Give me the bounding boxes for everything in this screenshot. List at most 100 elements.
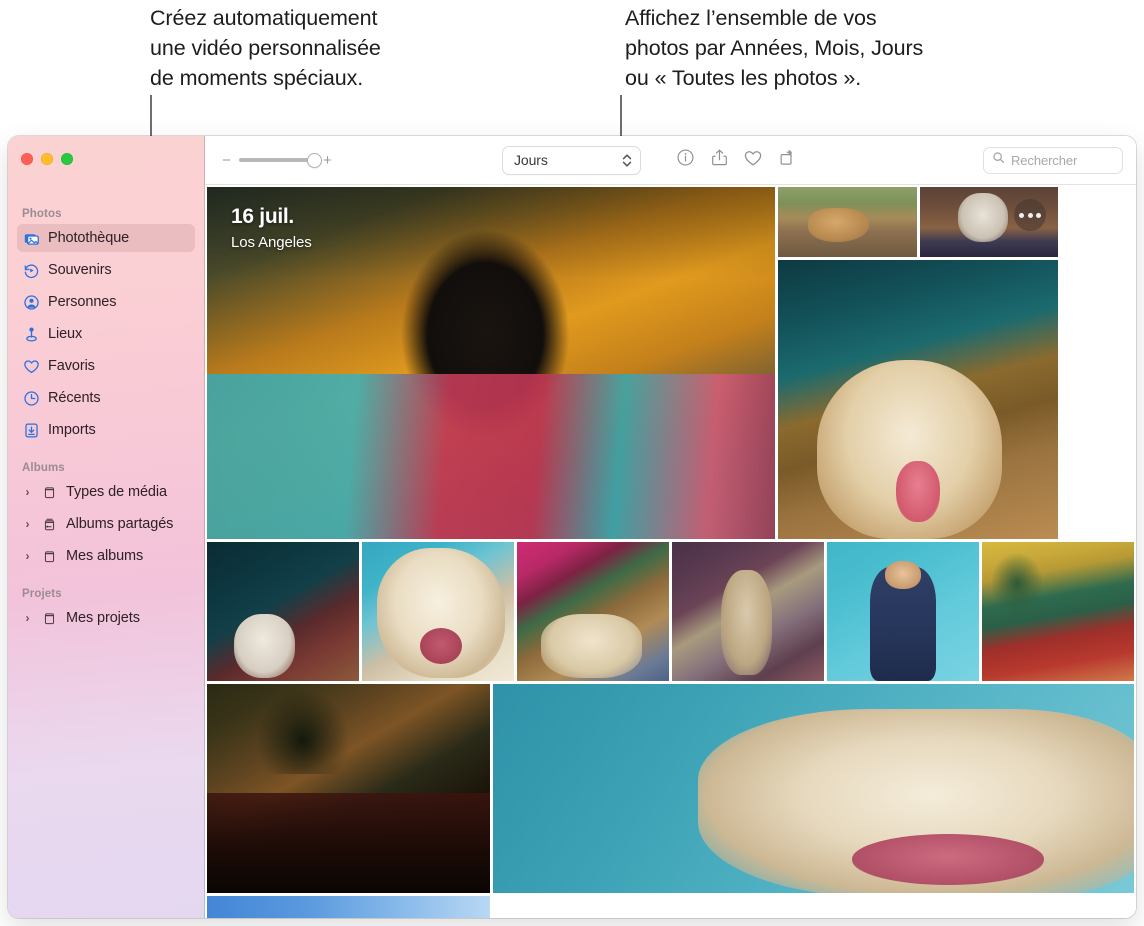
grid-column bbox=[778, 187, 1058, 539]
more-options-button[interactable] bbox=[1014, 199, 1046, 231]
ellipsis-dot-icon bbox=[1019, 213, 1024, 218]
folder-icon bbox=[40, 547, 59, 566]
photo-image bbox=[672, 542, 824, 681]
grid-row bbox=[207, 542, 1134, 681]
photo-image bbox=[207, 684, 490, 893]
callout-left-text: Créez automatiquement une vidéo personna… bbox=[150, 3, 490, 93]
chevron-right-icon[interactable]: › bbox=[22, 609, 33, 628]
share-button[interactable] bbox=[702, 146, 736, 174]
callout-right-text: Affichez l’ensemble de vos photos par An… bbox=[625, 3, 1055, 93]
import-download-icon bbox=[22, 421, 41, 440]
shared-folder-icon bbox=[40, 515, 59, 534]
photo-thumbnail[interactable] bbox=[362, 542, 514, 681]
window-controls bbox=[8, 144, 204, 166]
sidebar-item-recents[interactable]: Récents bbox=[17, 384, 195, 412]
folder-icon bbox=[40, 609, 59, 628]
photo-thumbnail[interactable] bbox=[920, 187, 1059, 257]
sidebar-item-my-projects[interactable]: › Mes projets bbox=[17, 604, 195, 632]
grid-row bbox=[207, 684, 1134, 893]
sidebar-item-label: Albums partagés bbox=[66, 516, 173, 532]
rotate-icon bbox=[778, 148, 797, 172]
zoom-slider[interactable]: − + bbox=[221, 153, 333, 168]
photo-thumbnail[interactable] bbox=[207, 896, 490, 918]
chevron-up-down-icon bbox=[622, 153, 632, 168]
sidebar-section-albums-title: Albums bbox=[8, 462, 204, 478]
zoom-slider-track[interactable] bbox=[239, 158, 315, 162]
grid-row: 16 juil. Los Angeles bbox=[207, 187, 1134, 539]
photo-thumbnail[interactable] bbox=[827, 542, 979, 681]
ellipsis-dot-icon bbox=[1036, 213, 1041, 218]
photo-image bbox=[778, 187, 917, 257]
sidebar-item-label: Récents bbox=[48, 390, 101, 406]
sidebar-item-my-albums[interactable]: › Mes albums bbox=[17, 542, 195, 570]
map-pin-icon bbox=[22, 325, 41, 344]
sidebar-item-label: Types de média bbox=[66, 484, 167, 500]
view-mode-popup-button[interactable]: Jours bbox=[503, 147, 640, 174]
photo-image bbox=[517, 542, 669, 681]
zoom-slider-knob[interactable] bbox=[308, 154, 321, 167]
chevron-right-icon[interactable]: › bbox=[22, 547, 33, 566]
photo-thumbnail[interactable] bbox=[493, 684, 1134, 893]
chevron-right-icon[interactable]: › bbox=[22, 515, 33, 534]
sidebar: Photos Photothèque Souvenirs bbox=[8, 136, 205, 918]
info-button[interactable] bbox=[668, 146, 702, 174]
photo-grid[interactable]: 16 juil. Los Angeles bbox=[205, 185, 1136, 918]
photos-app-window: Photos Photothèque Souvenirs bbox=[8, 136, 1136, 918]
chevron-right-icon[interactable]: › bbox=[22, 483, 33, 502]
sidebar-section-projects-title: Projets bbox=[8, 588, 204, 604]
sidebar-item-label: Lieux bbox=[48, 326, 82, 342]
photo-image bbox=[982, 542, 1134, 681]
photo-image bbox=[778, 260, 1058, 539]
sidebar-item-media-types[interactable]: › Types de média bbox=[17, 478, 195, 506]
photo-image bbox=[207, 542, 359, 681]
zoom-out-icon[interactable]: − bbox=[221, 153, 232, 168]
sidebar-item-label: Mes albums bbox=[66, 548, 143, 564]
zoom-in-icon[interactable]: + bbox=[322, 153, 333, 168]
sidebar-item-shared-albums[interactable]: › Albums partagés bbox=[17, 510, 195, 538]
clock-icon bbox=[22, 389, 41, 408]
close-window-button[interactable] bbox=[21, 153, 33, 165]
photo-thumbnail[interactable] bbox=[982, 542, 1134, 681]
minimize-window-button[interactable] bbox=[41, 153, 53, 165]
person-circle-icon bbox=[22, 293, 41, 312]
sidebar-item-label: Imports bbox=[48, 422, 96, 438]
search-icon bbox=[992, 151, 1005, 169]
search-field[interactable]: Rechercher bbox=[984, 148, 1122, 173]
photo-image bbox=[207, 187, 775, 539]
photo-image bbox=[827, 542, 979, 681]
sidebar-item-label: Personnes bbox=[48, 294, 116, 310]
grid-row bbox=[207, 896, 1134, 918]
photo-thumbnail[interactable] bbox=[207, 684, 490, 893]
photo-thumbnail[interactable] bbox=[517, 542, 669, 681]
sidebar-item-people[interactable]: Personnes bbox=[17, 288, 195, 316]
sidebar-section-photos-title: Photos bbox=[8, 208, 204, 224]
search-placeholder: Rechercher bbox=[1011, 153, 1077, 168]
sidebar-item-label: Photothèque bbox=[48, 230, 129, 246]
photo-thumbnail[interactable] bbox=[207, 542, 359, 681]
grid-row bbox=[778, 187, 1058, 257]
photo-thumbnail-hero[interactable]: 16 juil. Los Angeles bbox=[207, 187, 775, 539]
photo-thumbnail[interactable] bbox=[778, 260, 1058, 539]
sidebar-item-photo-library[interactable]: Photothèque bbox=[17, 224, 195, 252]
rotate-button[interactable] bbox=[770, 146, 804, 174]
share-icon bbox=[710, 148, 729, 172]
view-mode-label: Jours bbox=[514, 152, 622, 168]
sidebar-item-favorites[interactable]: Favoris bbox=[17, 352, 195, 380]
content-area: − + Jours bbox=[205, 136, 1136, 918]
sidebar-item-memories[interactable]: Souvenirs bbox=[17, 256, 195, 284]
photo-image bbox=[362, 542, 514, 681]
maximize-window-button[interactable] bbox=[61, 153, 73, 165]
sidebar-item-places[interactable]: Lieux bbox=[17, 320, 195, 348]
photo-thumbnail[interactable] bbox=[778, 187, 917, 257]
photo-thumbnail[interactable] bbox=[672, 542, 824, 681]
photo-library-icon bbox=[22, 229, 41, 248]
favorite-button[interactable] bbox=[736, 146, 770, 174]
sidebar-item-label: Souvenirs bbox=[48, 262, 112, 278]
photo-image bbox=[493, 684, 1134, 893]
heart-icon bbox=[743, 148, 763, 173]
ellipsis-dot-icon bbox=[1028, 213, 1033, 218]
sidebar-item-imports[interactable]: Imports bbox=[17, 416, 195, 444]
folder-icon bbox=[40, 483, 59, 502]
heart-icon bbox=[22, 357, 41, 376]
toolbar: − + Jours bbox=[205, 136, 1136, 185]
